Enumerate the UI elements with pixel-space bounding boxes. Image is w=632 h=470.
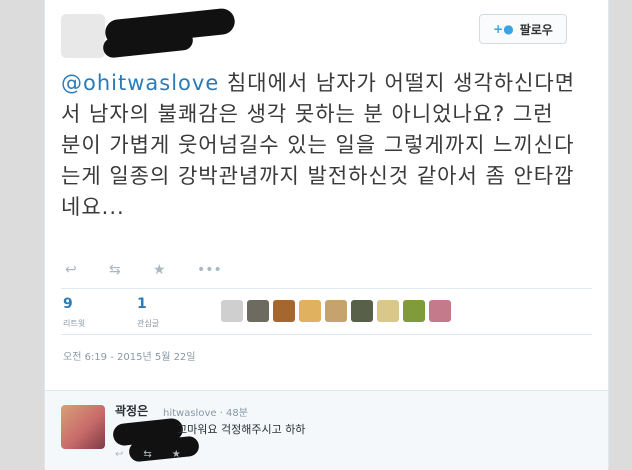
retweet-stat[interactable]: 9 리트윗 bbox=[63, 296, 85, 329]
reply-meta: hitwaslove · 48분 bbox=[163, 408, 248, 419]
retweet-count: 9 bbox=[63, 296, 73, 312]
liker-avatar[interactable] bbox=[247, 300, 269, 322]
follow-button[interactable]: +● 팔로우 bbox=[479, 14, 567, 44]
retweet-icon[interactable]: ⇆ bbox=[109, 262, 127, 278]
retweet-label: 리트윗 bbox=[63, 319, 86, 328]
liker-avatar[interactable] bbox=[377, 300, 399, 322]
reply-author-name[interactable]: 곽정은 bbox=[115, 402, 148, 419]
star-icon[interactable]: ★ bbox=[172, 449, 181, 460]
divider bbox=[61, 334, 592, 335]
liker-avatar[interactable] bbox=[403, 300, 425, 322]
follow-button-label: 팔로우 bbox=[519, 22, 553, 37]
reply-icon[interactable]: ↩ bbox=[115, 449, 123, 460]
liker-avatar[interactable] bbox=[273, 300, 295, 322]
liker-avatars bbox=[221, 300, 451, 322]
divider bbox=[61, 288, 592, 289]
reply-actions: ↩ ⇆ ★ bbox=[115, 449, 181, 460]
reply-icon[interactable]: ↩ bbox=[65, 262, 83, 278]
reply-avatar[interactable] bbox=[61, 405, 105, 449]
more-icon[interactable]: ••• bbox=[197, 262, 222, 278]
tweet-timestamp: 오전 6:19 - 2015년 5월 22일 bbox=[63, 352, 196, 363]
tweet-card: +● 팔로우 @ohitwaslove 침대에서 남자가 어떨지 생각하신다면서… bbox=[44, 0, 609, 470]
add-user-icon: +● bbox=[493, 22, 514, 36]
favorite-label: 관심글 bbox=[137, 319, 160, 328]
tweet-actions: ↩ ⇆ ★ ••• bbox=[65, 262, 222, 278]
liker-avatar[interactable] bbox=[325, 300, 347, 322]
liker-avatar[interactable] bbox=[429, 300, 451, 322]
mention-link[interactable]: @ohitwaslove bbox=[61, 71, 219, 95]
star-icon[interactable]: ★ bbox=[153, 262, 171, 278]
reply-text: 고마워요 걱정해주시고 하하 bbox=[177, 423, 306, 436]
retweet-icon[interactable]: ⇆ bbox=[143, 449, 151, 460]
tweet-text: @ohitwaslove 침대에서 남자가 어떨지 생각하신다면서 남자의 불쾌… bbox=[61, 68, 581, 223]
author-avatar[interactable] bbox=[61, 14, 105, 58]
liker-avatar[interactable] bbox=[351, 300, 373, 322]
reply-tweet[interactable]: 곽정은 hitwaslove · 48분 고마워요 걱정해주시고 하하 ↩ ⇆ … bbox=[45, 390, 608, 470]
liker-avatar[interactable] bbox=[299, 300, 321, 322]
liker-avatar[interactable] bbox=[221, 300, 243, 322]
favorite-count: 1 bbox=[137, 296, 147, 312]
favorite-stat[interactable]: 1 관심글 bbox=[137, 296, 159, 329]
